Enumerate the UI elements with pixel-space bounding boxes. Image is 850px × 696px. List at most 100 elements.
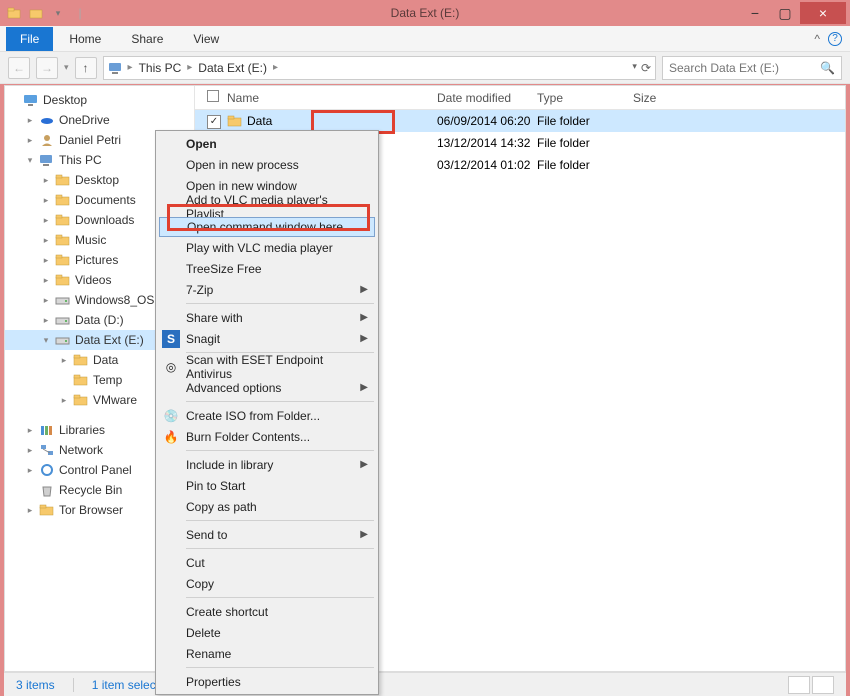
tab-view[interactable]: View xyxy=(179,28,233,50)
expander-icon[interactable]: ▸ xyxy=(41,215,51,226)
file-tab[interactable]: File xyxy=(6,27,53,51)
expander-icon[interactable]: ▸ xyxy=(25,425,35,436)
tab-home[interactable]: Home xyxy=(55,28,115,50)
expander-icon[interactable]: ▸ xyxy=(59,395,69,406)
breadcrumb-sep: ▸ xyxy=(128,62,133,73)
menu-item[interactable]: Pin to Start xyxy=(158,475,376,496)
expander-icon[interactable]: ▸ xyxy=(25,115,35,126)
submenu-arrow-icon: ▶ xyxy=(360,529,368,540)
submenu-arrow-icon: ▶ xyxy=(360,333,368,344)
row-checkbox[interactable]: ✓ xyxy=(207,115,221,129)
tree-item[interactable]: Desktop xyxy=(5,90,194,110)
menu-item[interactable]: TreeSize Free xyxy=(158,258,376,279)
folder-icon xyxy=(73,352,89,368)
expander-icon[interactable]: ▸ xyxy=(41,315,51,326)
menu-item[interactable]: Open xyxy=(158,133,376,154)
search-input[interactable] xyxy=(669,61,835,75)
menu-item[interactable]: 🔥Burn Folder Contents... xyxy=(158,426,376,447)
ribbon-expand-icon[interactable]: ^ xyxy=(814,32,820,46)
expander-icon[interactable]: ▸ xyxy=(25,445,35,456)
status-bar: 3 items 1 item selected xyxy=(4,672,846,696)
menu-item[interactable]: Rename xyxy=(158,643,376,664)
help-icon[interactable]: ? xyxy=(828,32,842,46)
menu-item[interactable]: Properties xyxy=(158,671,376,692)
menu-item[interactable]: Include in library▶ xyxy=(158,454,376,475)
expander-icon[interactable]: ▾ xyxy=(25,155,35,166)
tree-item-label: Data (D:) xyxy=(75,313,124,327)
menu-item-label: Open xyxy=(186,137,217,151)
maximize-button[interactable]: ▢ xyxy=(770,2,800,24)
expander-icon[interactable]: ▸ xyxy=(41,255,51,266)
menu-item[interactable]: 7-Zip▶ xyxy=(158,279,376,300)
column-type[interactable]: Type xyxy=(533,91,629,105)
menu-item[interactable]: 💿Create ISO from Folder... xyxy=(158,405,376,426)
up-button[interactable]: ↑ xyxy=(75,57,97,79)
tree-item-label: Temp xyxy=(93,373,122,387)
menu-item-label: TreeSize Free xyxy=(186,262,262,276)
select-all-checkbox[interactable] xyxy=(207,90,219,102)
back-button[interactable]: ← xyxy=(8,57,30,79)
refresh-icon[interactable]: ⟳ xyxy=(641,61,651,75)
expander-icon[interactable]: ▸ xyxy=(41,295,51,306)
tree-item-label: Recycle Bin xyxy=(59,483,122,497)
expander-icon[interactable]: ▸ xyxy=(41,275,51,286)
column-date[interactable]: Date modified xyxy=(433,91,533,105)
menu-item[interactable]: ◎Scan with ESET Endpoint Antivirus xyxy=(158,356,376,377)
tree-item-label: Tor Browser xyxy=(59,503,123,517)
tree-item-label: Pictures xyxy=(75,253,118,267)
folder-icon xyxy=(55,272,71,288)
status-item-count: 3 items xyxy=(16,678,55,692)
menu-item-label: Open in new process xyxy=(186,158,299,172)
menu-item[interactable]: Cut xyxy=(158,552,376,573)
expander-icon[interactable]: ▸ xyxy=(59,355,69,366)
menu-item[interactable]: Add to VLC media player's Playlist xyxy=(158,196,376,217)
file-row[interactable]: ✓Data06/09/2014 06:20File folder xyxy=(195,110,845,132)
context-menu[interactable]: Open Open in new process Open in new windo… xyxy=(155,130,379,695)
menu-item[interactable]: SSnagit▶ xyxy=(158,328,376,349)
expander-icon[interactable]: ▸ xyxy=(25,465,35,476)
menu-item[interactable]: Share with▶ xyxy=(158,307,376,328)
menu-item[interactable]: Open command window here xyxy=(159,217,375,237)
expander-icon[interactable]: ▸ xyxy=(25,505,35,516)
minimize-button[interactable]: − xyxy=(740,2,770,24)
search-box[interactable]: 🔍 xyxy=(662,56,842,80)
menu-item[interactable]: Advanced options▶ xyxy=(158,377,376,398)
qat-new-folder-icon[interactable] xyxy=(26,3,46,23)
expander-icon[interactable]: ▸ xyxy=(41,195,51,206)
menu-item[interactable]: Delete xyxy=(158,622,376,643)
tree-item-label: Control Panel xyxy=(59,463,132,477)
expander-icon[interactable]: ▸ xyxy=(25,135,35,146)
tree-item-label: Data Ext (E:) xyxy=(75,333,144,347)
menu-item[interactable]: Create shortcut xyxy=(158,601,376,622)
menu-item-label: Open in new window xyxy=(186,179,297,193)
tree-item[interactable]: ▸OneDrive xyxy=(5,110,194,130)
menu-item[interactable]: Open in new process xyxy=(158,154,376,175)
menu-separator xyxy=(186,667,374,668)
history-dropdown-icon[interactable]: ▾ xyxy=(64,62,69,73)
column-name[interactable]: Name xyxy=(223,91,433,105)
column-size[interactable]: Size xyxy=(629,91,845,105)
menu-item[interactable]: Copy as path xyxy=(158,496,376,517)
menu-separator xyxy=(186,597,374,598)
menu-item[interactable]: Play with VLC media player xyxy=(158,237,376,258)
expander-icon[interactable]: ▸ xyxy=(41,235,51,246)
breadcrumb-drive[interactable]: Data Ext (E:) xyxy=(196,61,269,75)
menu-item[interactable]: Send to▶ xyxy=(158,524,376,545)
menu-separator xyxy=(186,303,374,304)
address-dropdown-icon[interactable]: ▾ xyxy=(632,61,637,75)
menu-item-label: Properties xyxy=(186,675,241,689)
close-button[interactable]: × xyxy=(800,2,846,24)
expander-icon[interactable]: ▾ xyxy=(41,335,51,346)
qat-dropdown-icon[interactable]: ▾ xyxy=(48,3,68,23)
address-bar[interactable]: ▸ This PC ▸ Data Ext (E:) ▸ ▾ ⟳ xyxy=(103,56,656,80)
titlebar[interactable]: ▾ | Data Ext (E:) − ▢ × xyxy=(0,0,850,26)
menu-item[interactable]: Copy xyxy=(158,573,376,594)
view-thumbnails-button[interactable] xyxy=(812,676,834,694)
view-details-button[interactable] xyxy=(788,676,810,694)
tab-share[interactable]: Share xyxy=(117,28,177,50)
forward-button[interactable]: → xyxy=(36,57,58,79)
tree-item-label: Music xyxy=(75,233,106,247)
tree-item-label: Videos xyxy=(75,273,111,287)
expander-icon[interactable]: ▸ xyxy=(41,175,51,186)
breadcrumb-this-pc[interactable]: This PC xyxy=(137,61,184,75)
